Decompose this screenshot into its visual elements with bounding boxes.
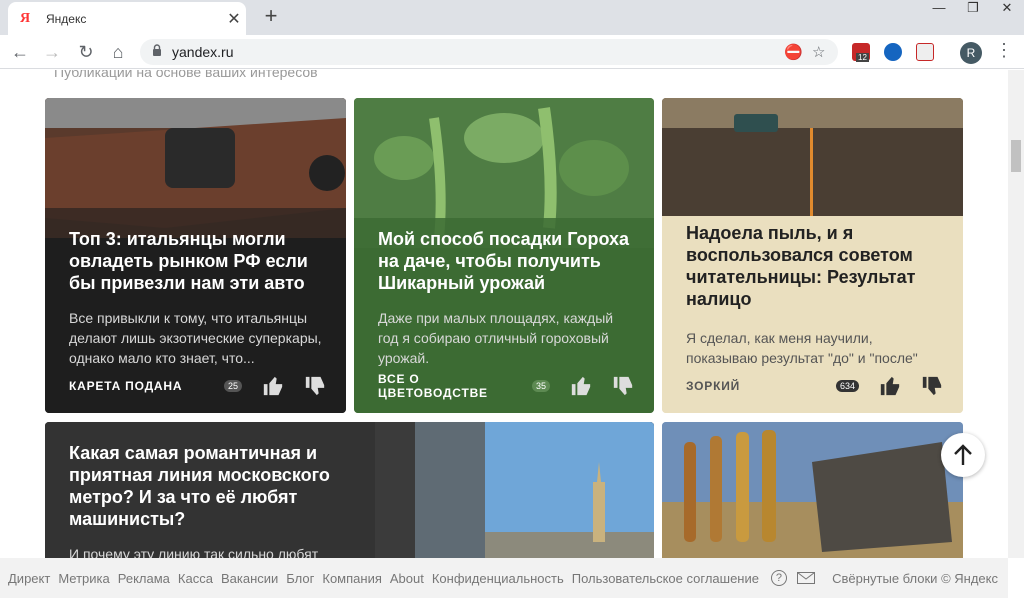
article-card[interactable]: Топ 3: итальянцы могли овладеть рынком Р… (45, 98, 346, 413)
card-title[interactable]: Мой способ посадки Гороха на даче, чтобы… (378, 228, 636, 294)
window-close-button[interactable]: ✕ (990, 0, 1024, 20)
help-icon[interactable]: ? (770, 570, 787, 586)
card-title[interactable]: Надоела пыль, и я воспользовался советом… (686, 222, 945, 310)
restore-button[interactable]: ❐ (956, 0, 990, 20)
article-card[interactable] (662, 422, 963, 558)
minimize-button[interactable]: — (922, 0, 956, 20)
cookie-blocked-icon[interactable]: ⛔ (784, 43, 803, 61)
card-source-line1: ВСЕ О (378, 372, 420, 386)
footer-right: Свёрнутые блоки © Яндекс (832, 571, 998, 586)
tab-close-icon[interactable]: ✕ (222, 9, 246, 29)
page-content: Публикации на основе ваших интересов Топ… (0, 70, 1008, 558)
feed-subtitle: Публикации на основе ваших интересов (54, 70, 318, 80)
pdf-extension-icon[interactable] (916, 43, 934, 61)
card-title[interactable]: Топ 3: итальянцы могли овладеть рынком Р… (69, 228, 328, 294)
article-card[interactable]: Надоела пыль, и я воспользовался советом… (662, 98, 963, 413)
home-button[interactable]: ⌂ (106, 40, 130, 64)
adblock-extension-icon[interactable]: 12 (852, 43, 870, 62)
footer-link-about[interactable]: About (390, 571, 424, 586)
tab-title: Яндекс (46, 11, 87, 26)
footer-link-privacy[interactable]: Конфиденциальность (432, 571, 564, 586)
card-description: Все привыкли к тому, что итальянцы делаю… (69, 310, 322, 366)
comments-count[interactable]: 25 (223, 380, 242, 392)
footer-link-metrika[interactable]: Метрика (58, 571, 109, 586)
page-footer: Директ Метрика Реклама Касса Вакансии Бл… (0, 558, 1008, 598)
footer-link-terms[interactable]: Пользовательское соглашение (572, 571, 759, 586)
collapsed-blocks-link[interactable]: Свёрнутые блоки (832, 571, 937, 586)
profile-avatar[interactable]: R (960, 42, 982, 64)
article-card[interactable]: Какая самая романтичная и приятная линия… (45, 422, 654, 558)
comments-count[interactable]: 35 (531, 380, 550, 392)
new-tab-button[interactable]: + (258, 4, 284, 30)
dislike-icon[interactable] (612, 375, 634, 397)
footer-link-direct[interactable]: Директ (8, 571, 50, 586)
chrome-menu-icon[interactable]: ⋮ (995, 40, 1013, 61)
mail-icon[interactable] (796, 572, 815, 584)
footer-link-kassa[interactable]: Касса (178, 571, 213, 586)
yandex-favicon-icon: Я (20, 10, 31, 26)
like-icon[interactable] (262, 375, 284, 397)
cartridges-image (662, 422, 963, 558)
footer-link-company[interactable]: Компания (322, 571, 382, 586)
footer-link-advertising[interactable]: Реклама (118, 571, 170, 586)
copyright: © Яндекс (941, 570, 998, 586)
article-card[interactable]: Мой способ посадки Гороха на даче, чтобы… (354, 98, 654, 413)
tab-strip: Я Яндекс ✕ + — ❐ ✕ (0, 0, 1024, 35)
card-source[interactable]: ЗОРКИЙ (686, 379, 836, 393)
scroll-to-top-button[interactable] (941, 433, 985, 477)
arrow-up-icon (954, 444, 972, 465)
like-icon[interactable] (879, 375, 901, 397)
download-extension-icon[interactable] (884, 43, 902, 61)
back-button[interactable]: ← (8, 40, 32, 64)
footer-link-vacancies[interactable]: Вакансии (221, 571, 278, 586)
card-title[interactable]: Какая самая романтичная и приятная линия… (69, 442, 334, 530)
comments-count[interactable]: 634 (835, 380, 859, 392)
card-source[interactable]: ВСЕ О ЦВЕТОВОДСТВЕ (378, 372, 532, 400)
url-text: yandex.ru (172, 44, 234, 60)
card-description: И почему эту линию так сильно любят (69, 546, 319, 558)
browser-tab[interactable]: Я Яндекс ✕ (8, 2, 246, 35)
card-source-line2: ЦВЕТОВОДСТВЕ (378, 386, 488, 400)
dislike-icon[interactable] (304, 375, 326, 397)
browser-toolbar: ← → ↻ ⌂ yandex.ru ⛔ ☆ 12 R ⋮ (0, 35, 1024, 69)
address-bar[interactable]: yandex.ru ⛔ ☆ (140, 39, 838, 65)
like-icon[interactable] (570, 375, 592, 397)
lock-icon (153, 44, 161, 56)
footer-link-blog[interactable]: Блог (286, 571, 314, 586)
card-description: Даже при малых площадях, каждый год я со… (378, 310, 614, 366)
extension-badge: 12 (856, 53, 869, 62)
scrollbar-thumb[interactable] (1011, 140, 1021, 172)
forward-button[interactable]: → (40, 40, 64, 64)
card-source[interactable]: КАРЕТА ПОДАНА (69, 379, 224, 393)
page-scrollbar[interactable] (1008, 70, 1024, 558)
bookmark-star-icon[interactable]: ☆ (812, 43, 825, 61)
card-description: Я сделал, как меня научили, показываю ре… (686, 330, 918, 366)
reload-button[interactable]: ↻ (74, 40, 98, 64)
dislike-icon[interactable] (921, 375, 943, 397)
